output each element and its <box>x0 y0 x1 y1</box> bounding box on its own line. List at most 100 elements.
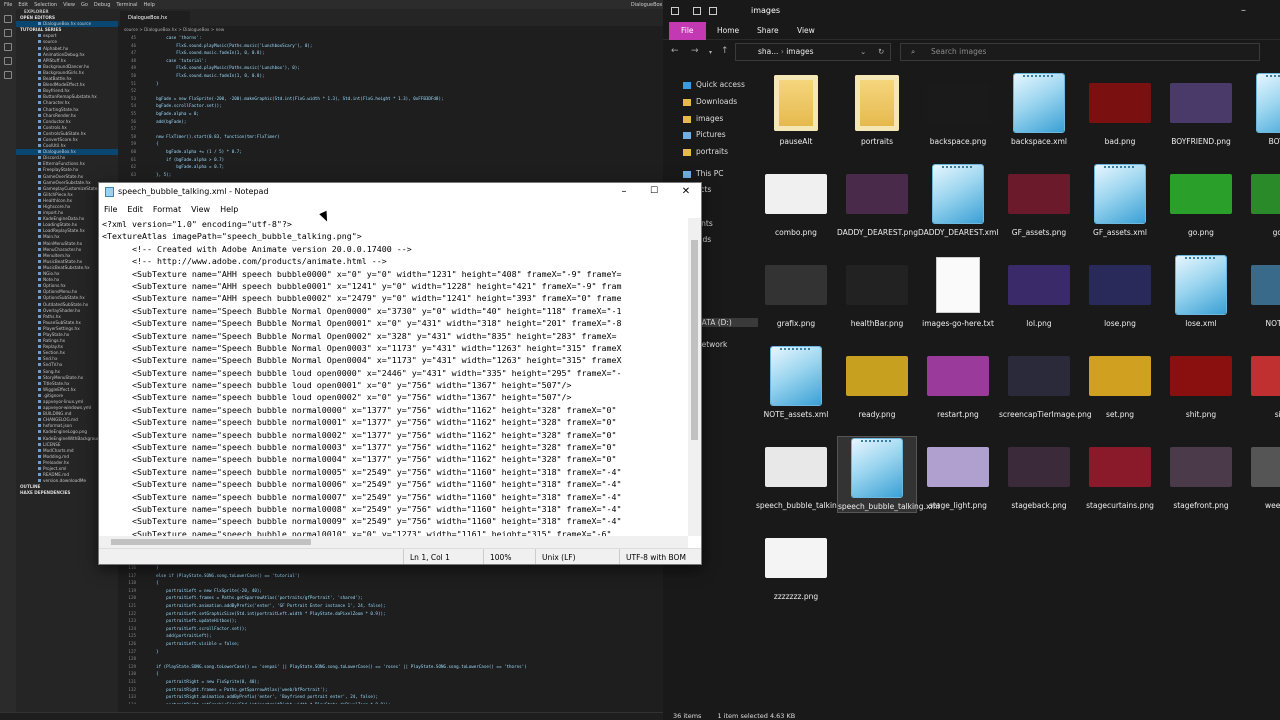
file-tile[interactable]: images-go-here.txt <box>918 254 998 329</box>
recent-chevron-icon[interactable]: ▾ <box>709 49 712 56</box>
file-tile[interactable]: portraits <box>837 72 917 147</box>
breadcrumb[interactable]: source > DialogueBox.hx > DialogueBox > … <box>118 26 663 34</box>
ribbon-tab-share[interactable]: Share <box>745 22 791 40</box>
minimize-icon[interactable]: – <box>609 183 639 201</box>
file-tile[interactable]: pauseAlt <box>756 72 836 147</box>
menu-item[interactable]: Help <box>144 2 155 8</box>
horizontal-scrollbar[interactable] <box>99 536 688 548</box>
extensions-icon[interactable] <box>4 71 12 79</box>
file-tile[interactable]: lol.png <box>999 254 1079 329</box>
ribbon-tab-file[interactable]: File <box>669 22 706 40</box>
scroll-thumb[interactable] <box>111 539 311 545</box>
file-tile[interactable]: BOYFRI <box>1242 72 1280 147</box>
code-text: portraitRight.animation.addByPrefix('ent… <box>146 694 378 700</box>
scroll-thumb[interactable] <box>691 240 698 440</box>
menu-item[interactable]: Terminal <box>116 2 137 8</box>
file-tile[interactable]: healthBar.png <box>837 254 917 329</box>
up-icon[interactable]: ↑ <box>721 46 729 56</box>
file-tile[interactable]: grafix.png <box>756 254 836 329</box>
nav-item[interactable]: images <box>683 114 723 123</box>
file-tile[interactable]: good <box>1242 163 1280 238</box>
text-line: <SubTexture name="speech bubble normal00… <box>102 528 612 536</box>
address-segment[interactable]: sha... <box>758 47 778 56</box>
maximize-icon[interactable]: ☐ <box>639 183 669 201</box>
file-tile[interactable]: GF_assets.xml <box>1080 163 1160 238</box>
menu-format[interactable]: Format <box>148 201 186 218</box>
menu-item[interactable]: Debug <box>94 2 110 8</box>
code-text: if (bgFade.alpha > 0.7) <box>146 156 225 162</box>
file-tile[interactable]: backspace.xml <box>999 72 1079 147</box>
tab-dialoguebox[interactable]: DialogueBox.hx <box>120 11 190 26</box>
forward-icon[interactable]: → <box>691 46 699 56</box>
files-icon[interactable] <box>4 15 12 23</box>
line-number: 121 <box>128 602 136 608</box>
file-tile[interactable]: speech_bubble_talking.xml <box>837 436 940 513</box>
file-tile[interactable]: zzzzzzz.png <box>756 527 836 602</box>
xml-file-icon <box>852 439 902 497</box>
file-tile[interactable]: go.png <box>1161 163 1241 238</box>
menu-item[interactable]: Go <box>81 2 88 8</box>
search-input[interactable]: ⌕ Search images <box>900 43 1260 61</box>
search-icon[interactable] <box>4 29 12 37</box>
notepad-text-area[interactable]: <?xml version="1.0" encoding="utf-8"?> <T… <box>102 218 688 536</box>
notepad-titlebar[interactable]: speech_bubble_talking.xml - Notepad – ☐ … <box>99 183 701 201</box>
file-tile[interactable]: NOTE_assets.xml <box>756 345 836 420</box>
file-tile[interactable]: stagefront.png <box>1161 436 1241 511</box>
pc-icon <box>683 170 691 178</box>
address-segment[interactable]: images <box>786 47 813 56</box>
menu-item[interactable]: Edit <box>18 2 28 8</box>
menu-item[interactable]: View <box>63 2 75 8</box>
file-tile[interactable]: shit.png <box>1161 345 1241 420</box>
nav-item-label: Quick access <box>696 80 745 89</box>
file-tile[interactable]: lose.png <box>1080 254 1160 329</box>
menu-item[interactable]: Selection <box>34 2 57 8</box>
file-tile[interactable]: stage_light.png <box>918 436 998 511</box>
debug-icon[interactable] <box>4 57 12 65</box>
vertical-scrollbar[interactable] <box>688 218 701 536</box>
text-line: <SubTexture name="Speech Bubble Normal O… <box>102 330 617 341</box>
file-tile[interactable]: week54p <box>1242 436 1280 511</box>
file-tile[interactable]: NOTE_as <box>1242 254 1280 329</box>
line-number: 63 <box>130 171 136 177</box>
file-tile[interactable]: screencapTierImage.png <box>999 345 1092 420</box>
code-line: 59 { <box>118 140 663 148</box>
chevron-down-icon[interactable]: ⌄ <box>860 44 866 60</box>
nav-item[interactable]: Downloads <box>683 97 737 106</box>
menu-view[interactable]: View <box>186 201 215 218</box>
menu-edit[interactable]: Edit <box>122 201 148 218</box>
file-tile[interactable]: ready.png <box>837 345 917 420</box>
file-tile[interactable]: backspace.png <box>918 72 998 147</box>
file-tile[interactable]: DADDY_DEAREST.png <box>837 163 918 238</box>
new-folder-icon[interactable] <box>709 7 717 15</box>
file-tile[interactable]: bad.png <box>1080 72 1160 147</box>
nav-item[interactable]: portraits <box>683 147 728 156</box>
file-tile[interactable]: stageback.png <box>999 436 1079 511</box>
line-number: 123 <box>128 618 136 624</box>
file-tile[interactable]: GF_assets.png <box>999 163 1079 238</box>
file-tile[interactable]: speech_bubble_talking.png <box>756 436 858 511</box>
file-tile[interactable]: combo.png <box>756 163 836 238</box>
nav-item[interactable]: Pictures <box>683 130 726 139</box>
menu-file[interactable]: File <box>99 201 122 218</box>
file-tile[interactable]: restart.png <box>918 345 998 420</box>
back-icon[interactable]: ← <box>671 46 679 56</box>
address-bar[interactable]: sha... › images ⌄ ↻ <box>735 43 891 61</box>
nav-item[interactable]: This PC <box>683 169 723 178</box>
file-tile[interactable]: set.png <box>1080 345 1160 420</box>
properties-icon[interactable] <box>693 7 701 15</box>
file-tile[interactable]: lose.xml <box>1161 254 1241 329</box>
source-control-icon[interactable] <box>4 43 12 51</box>
menu-help[interactable]: Help <box>215 201 243 218</box>
text-line: <SubTexture name="AHH speech bubble0001"… <box>102 280 622 291</box>
file-tile[interactable]: DADDY_DEAREST.xml <box>918 163 999 238</box>
file-tile[interactable]: sick <box>1242 345 1280 420</box>
file-tile[interactable]: stagecurtains.png <box>1080 436 1160 511</box>
minimize-icon[interactable]: – <box>1241 0 1246 22</box>
code-text: } <box>146 565 159 570</box>
menu-item[interactable]: File <box>4 2 12 8</box>
ribbon-tab-view[interactable]: View <box>785 22 827 40</box>
nav-item[interactable]: Quick access <box>683 80 745 89</box>
refresh-icon[interactable]: ↻ <box>878 44 884 60</box>
file-tile[interactable]: BOYFRIEND.png <box>1161 72 1241 147</box>
close-icon[interactable]: ✕ <box>671 183 701 201</box>
